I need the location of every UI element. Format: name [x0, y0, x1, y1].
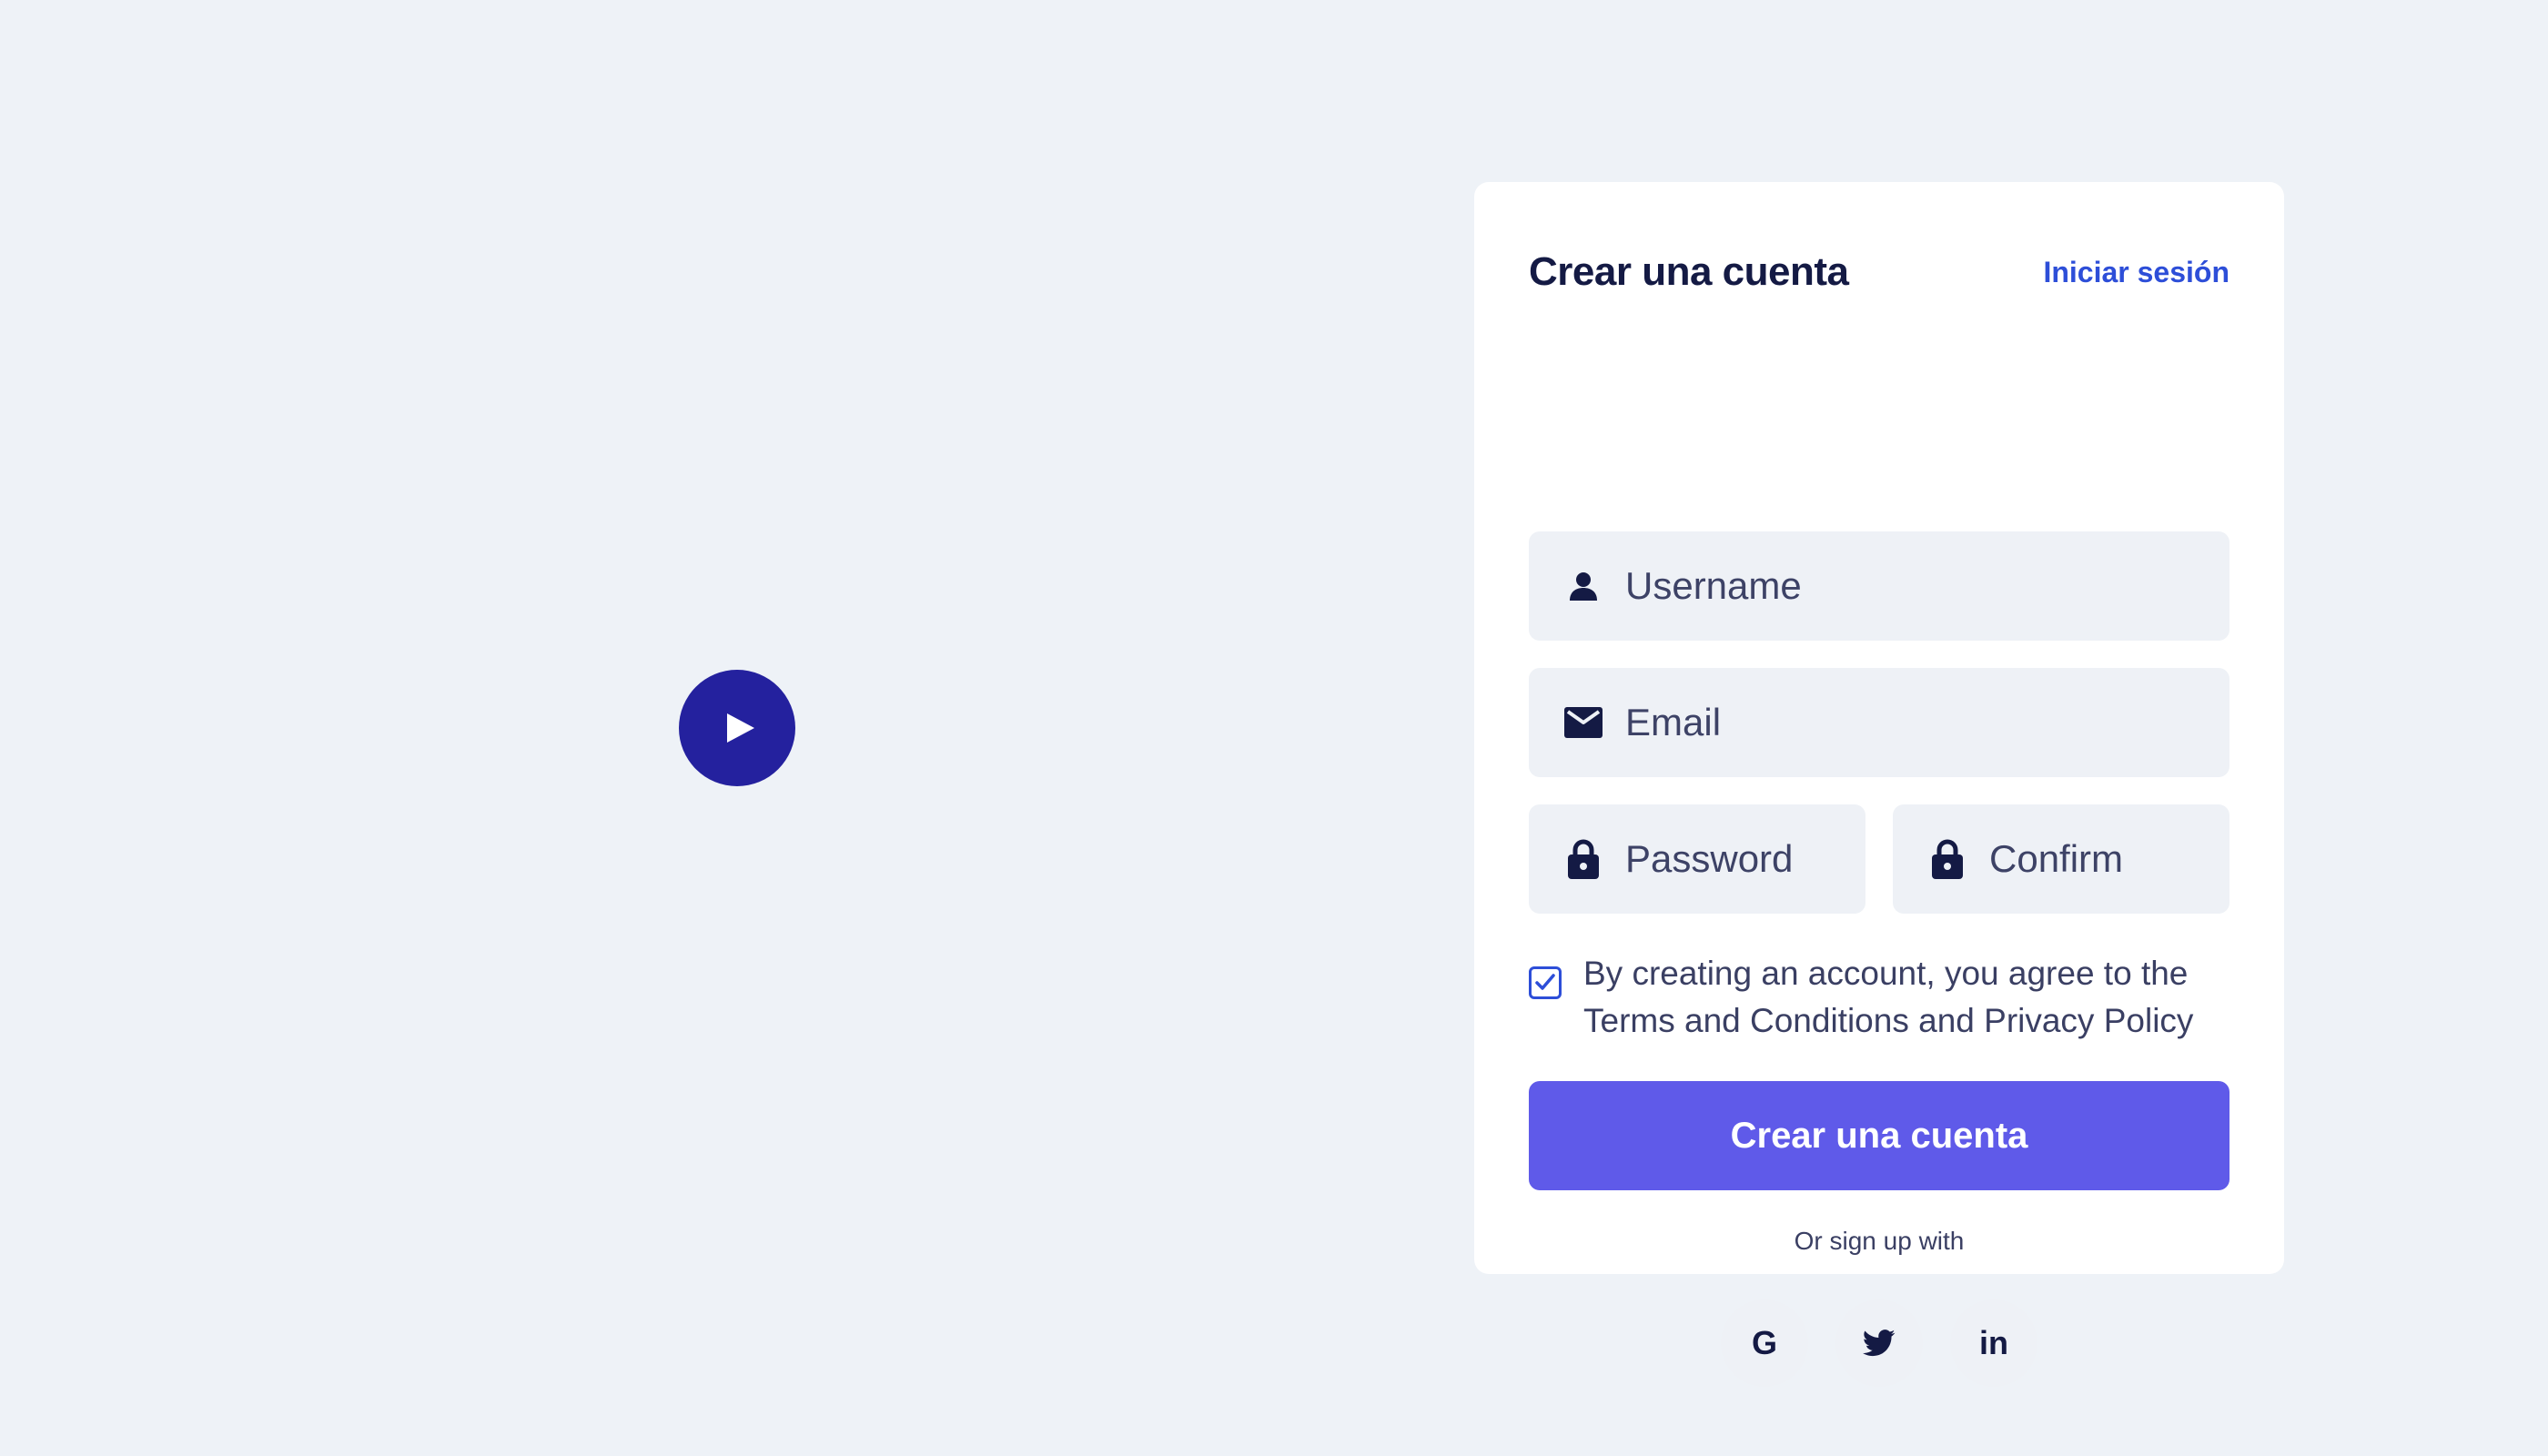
play-icon	[727, 713, 754, 743]
checkmark-icon	[1535, 974, 1555, 990]
confirm-password-input[interactable]	[1989, 804, 2230, 914]
twitter-button[interactable]	[1835, 1299, 1923, 1387]
card-header: Crear una cuenta Iniciar sesión	[1529, 242, 2230, 302]
lock-icon	[1927, 839, 1967, 879]
terms-text: By creating an account, you agree to the…	[1583, 955, 2194, 1039]
create-account-button[interactable]: Crear una cuenta	[1529, 1081, 2230, 1190]
twitter-icon	[1863, 1330, 1896, 1357]
social-signup-buttons: G in	[1474, 1299, 2284, 1387]
email-field[interactable]	[1529, 668, 2230, 777]
card-title: Crear una cuenta	[1529, 249, 1849, 294]
play-button[interactable]	[679, 670, 795, 786]
username-input[interactable]	[1625, 531, 2230, 641]
signup-card: Crear una cuenta Iniciar sesión Username…	[1474, 182, 2284, 1387]
confirm-password-field[interactable]	[1893, 804, 2230, 914]
password-field[interactable]	[1529, 804, 1866, 914]
google-icon: G	[1751, 1324, 1777, 1361]
user-icon	[1563, 566, 1603, 606]
email-input[interactable]	[1625, 668, 2230, 777]
google-button[interactable]: G	[1721, 1299, 1808, 1387]
password-input[interactable]	[1625, 804, 1866, 914]
signin-link[interactable]: Iniciar sesión	[2043, 256, 2230, 289]
linkedin-icon: in	[1979, 1324, 2008, 1361]
mail-icon	[1563, 703, 1603, 743]
linkedin-button[interactable]: in	[1950, 1299, 2037, 1387]
username-field[interactable]	[1529, 531, 2230, 641]
terms-checkbox[interactable]	[1529, 966, 1562, 999]
or-sign-up-text: Or sign up with	[1794, 1227, 1965, 1255]
lock-icon	[1563, 839, 1603, 879]
terms-agreement: By creating an account, you agree to the…	[1529, 950, 2230, 1045]
